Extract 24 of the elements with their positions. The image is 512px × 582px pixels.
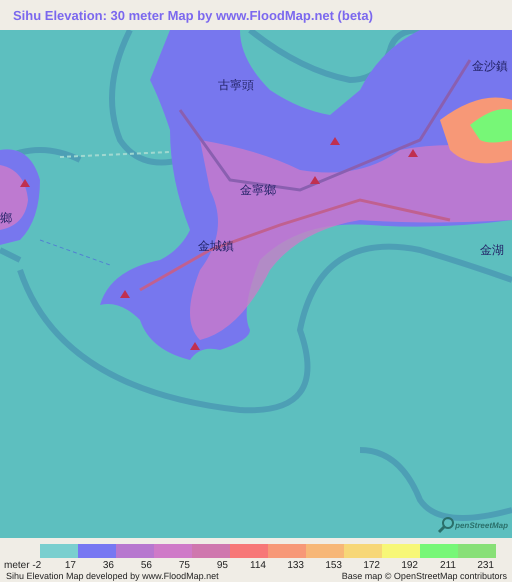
legend-value-label: 36 (102, 560, 115, 571)
legend-value-label: 192 (400, 560, 419, 571)
base-map-credit: Base map © OpenStreetMap contributors (342, 571, 507, 581)
legend-value-label: 75 (178, 560, 191, 571)
place-label: 金寧鄉 (240, 182, 276, 199)
place-label: 金湖 (480, 242, 504, 259)
legend-value-label: 133 (286, 560, 305, 571)
osm-logo-text: penStreetMap (455, 520, 508, 530)
place-label: 金城鎮 (198, 238, 234, 255)
legend-value-label: 172 (362, 560, 381, 571)
legend-value-label: 231 (476, 560, 495, 571)
place-label: 金沙鎮 (472, 58, 508, 75)
place-label: 古寧頭 (218, 77, 254, 94)
credit-text: Sihu Elevation Map developed by www.FloodMap.net (6, 571, 219, 581)
legend-unit-label: meter -2 (3, 560, 40, 571)
page-title: Sihu Elevation: 30 meter Map by www.FloodMap.net (beta) (13, 8, 373, 22)
legend-value-label: 17 (64, 560, 77, 571)
legend-value-label: 211 (439, 560, 457, 571)
legend-value-label: 114 (249, 560, 267, 571)
magnifier-icon (437, 516, 456, 534)
place-label: 鄉 (0, 210, 12, 227)
legend-value-label: 56 (140, 560, 153, 571)
legend-value-label: 153 (324, 560, 342, 571)
legend-value-label: 95 (216, 560, 229, 571)
